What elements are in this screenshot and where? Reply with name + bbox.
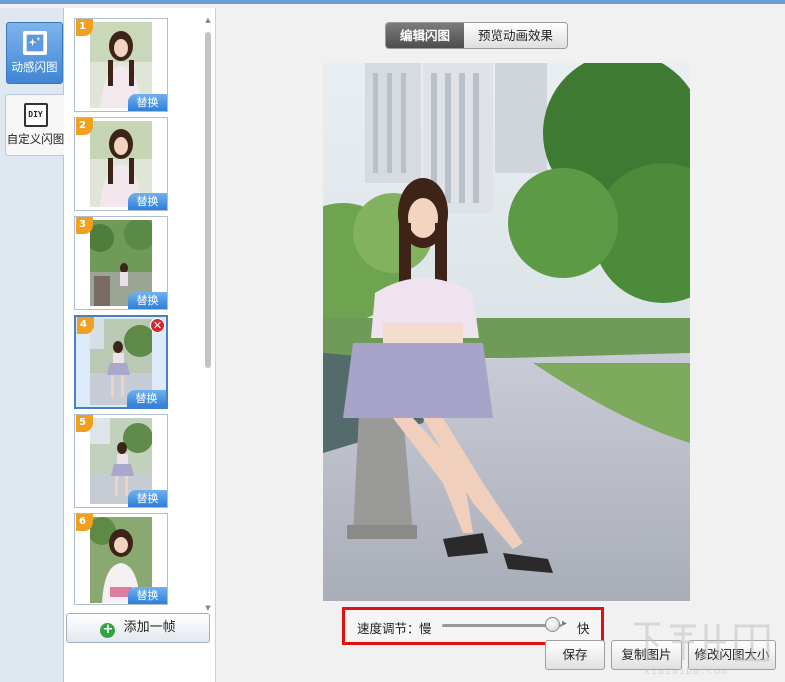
scroll-down-icon[interactable]: ▼ [204, 604, 212, 612]
tab-custom-flash[interactable]: DIY 自定义闪图 [5, 94, 65, 156]
frames-scrollbar[interactable]: ▲ ▼ [202, 16, 214, 612]
frame-thumb-2[interactable]: 2 替换 [74, 117, 168, 211]
save-button[interactable]: 保存 [545, 640, 605, 670]
replace-button-4[interactable]: 替换 [127, 390, 166, 407]
tab-preview-animation[interactable]: 预览动画效果 [464, 23, 568, 48]
frame-thumb-4[interactable]: 4 ✕ 替换 [74, 315, 168, 409]
speed-slider-handle[interactable] [544, 617, 560, 632]
replace-button-3[interactable]: 替换 [128, 292, 167, 309]
replace-button-5[interactable]: 替换 [128, 490, 167, 507]
frame-thumb-5[interactable]: 5 替换 [74, 414, 168, 508]
add-icon: + [100, 623, 116, 638]
replace-button-6[interactable]: 替换 [128, 587, 167, 604]
tab-custom-flash-label: 自定义闪图 [6, 132, 65, 146]
frame-preview-image [323, 63, 690, 601]
tab-dynamic-flash-label: 动感闪图 [11, 60, 58, 74]
speed-arrow-icon: ▸ [562, 618, 568, 629]
editor-area: 编辑闪图 预览动画效果 速度调节： 慢 ▸ 快 保存 复制图片 修改闪图大小 [216, 8, 785, 682]
add-frame-button[interactable]: + 添加一帧 [66, 613, 210, 643]
view-tabs: 编辑闪图 预览动画效果 [385, 22, 569, 49]
sparkle-icon [22, 31, 47, 55]
mode-rail: 动感闪图 DIY 自定义闪图 [0, 8, 65, 682]
speed-label: 速度调节： [357, 621, 420, 636]
frame-thumb-6[interactable]: 6 替换 [74, 513, 168, 605]
frames-panel: 1 替换 2 替换 3 替换 4 ✕ 替换 5 替换 6 替换 ▲ ▼ + 添加… [64, 8, 216, 682]
scroll-thumb[interactable] [205, 32, 211, 368]
replace-button-2[interactable]: 替换 [128, 193, 167, 210]
frame-thumb-3[interactable]: 3 替换 [74, 216, 168, 310]
app-window: 动感闪图 DIY 自定义闪图 1 替换 2 替换 3 替换 4 ✕ 替换 5 替… [0, 0, 785, 682]
delete-frame-button[interactable]: ✕ [150, 318, 165, 333]
speed-fast-label: 快 [577, 621, 590, 636]
scroll-up-icon[interactable]: ▲ [204, 16, 212, 24]
diy-icon: DIY [23, 103, 48, 127]
speed-slow-label: 慢 [419, 621, 432, 636]
replace-button-1[interactable]: 替换 [128, 94, 167, 111]
frame-thumb-1[interactable]: 1 替换 [74, 18, 168, 112]
tab-dynamic-flash[interactable]: 动感闪图 [6, 22, 63, 84]
copy-image-button[interactable]: 复制图片 [611, 640, 682, 670]
resize-flash-button[interactable]: 修改闪图大小 [688, 640, 776, 670]
tab-edit-flash[interactable]: 编辑闪图 [386, 23, 465, 48]
add-frame-label: 添加一帧 [123, 620, 176, 635]
